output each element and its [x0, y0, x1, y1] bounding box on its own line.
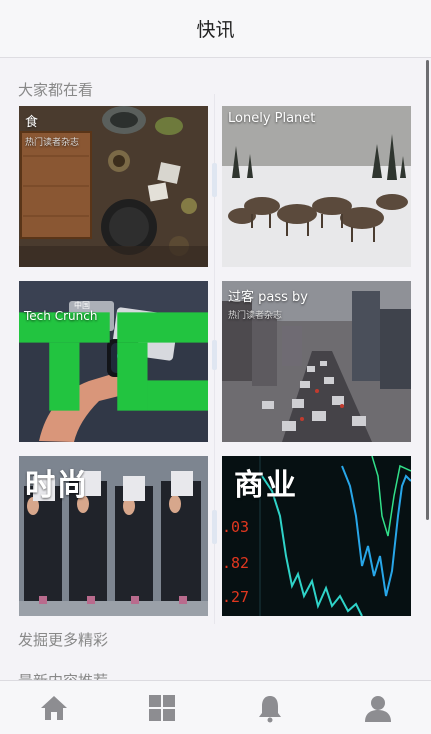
scroll-marker: [212, 163, 217, 197]
grid-icon: [149, 695, 175, 721]
feed-content[interactable]: 大家都在看 食 热门读者杂志 Lonely Planet 中国 Tech Cru…: [0, 58, 431, 680]
magazine-tile-food[interactable]: 食 热门读者杂志: [19, 106, 208, 267]
magazine-tile-techcrunch[interactable]: 中国 Tech Crunch: [19, 281, 208, 442]
magazine-tile-pass-by[interactable]: 过客 pass by 热门读者杂志: [222, 281, 411, 442]
nav-home[interactable]: [39, 693, 69, 723]
city-traffic-photo: [222, 281, 411, 442]
magazine-tile-fashion[interactable]: 时尚: [19, 456, 208, 616]
nav-profile[interactable]: [363, 693, 393, 723]
tile-subtitle: 热门读者杂志: [228, 311, 283, 321]
svg-text:.03: .03: [222, 518, 249, 536]
tile-title: 时尚: [25, 468, 89, 503]
scroll-marker: [212, 340, 217, 370]
magazine-tile-lonely-planet[interactable]: Lonely Planet: [222, 106, 411, 267]
page-title: 快讯: [196, 19, 235, 41]
tile-subtitle: 热门读者杂志: [25, 138, 80, 148]
tile-title: 食: [25, 115, 39, 130]
section-title-popular: 大家都在看: [18, 81, 94, 99]
app-header: 快讯: [0, 0, 431, 58]
bell-icon: [259, 696, 281, 723]
techcrunch-logo-icon: [19, 312, 208, 411]
svg-text:.82: .82: [222, 554, 249, 572]
tile-title: 商业: [234, 468, 298, 503]
svg-text:.27: .27: [222, 588, 249, 606]
reindeer-photo: [222, 106, 411, 267]
user-icon: [365, 696, 391, 722]
section-title-latest: 最新内容推荐: [18, 670, 108, 680]
tile-title: 过客 pass by: [228, 290, 308, 305]
food-photo: [19, 106, 208, 267]
tile-title: Tech Crunch: [24, 309, 98, 323]
nav-notifications[interactable]: [255, 693, 285, 723]
tile-title: Lonely Planet: [228, 111, 316, 126]
scrollbar[interactable]: [426, 60, 429, 520]
scroll-marker: [212, 510, 217, 544]
section-title-discover: 发掘更多精彩: [18, 631, 109, 649]
home-icon: [41, 696, 67, 720]
bottom-nav: [0, 680, 431, 734]
nav-categories[interactable]: [147, 693, 177, 723]
magazine-tile-business[interactable]: .03 .82 .27 商业: [222, 456, 411, 616]
